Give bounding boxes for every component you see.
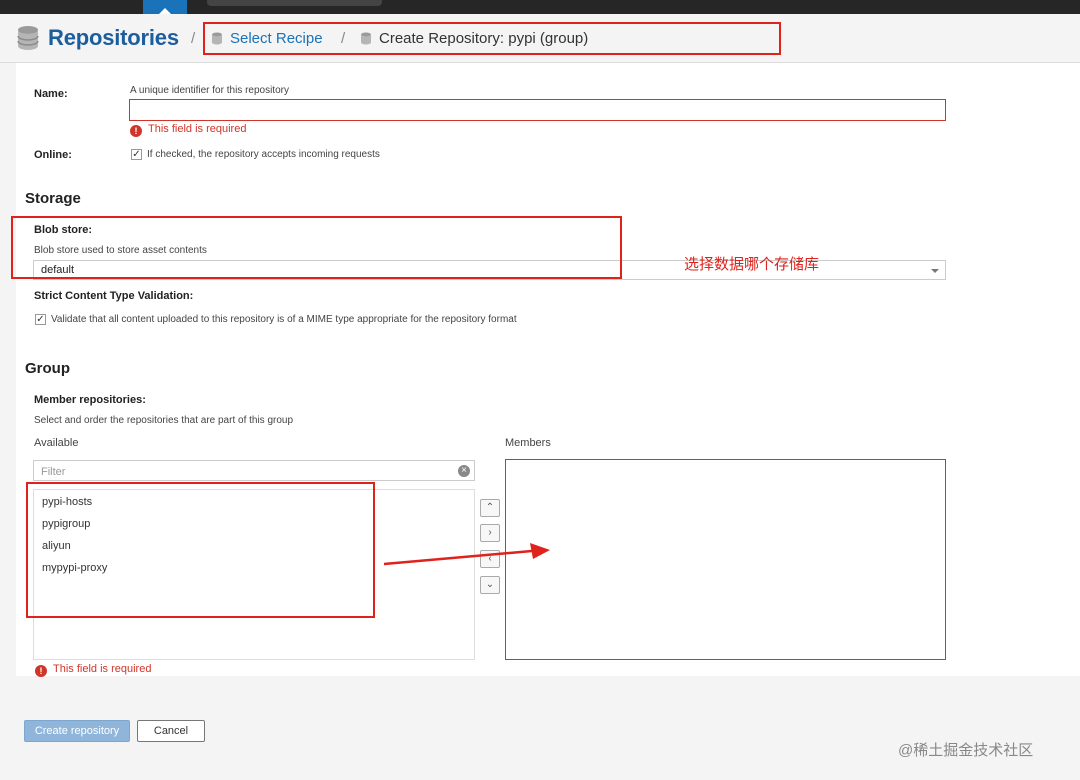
- name-input[interactable]: [129, 99, 946, 121]
- watermark: @稀土掘金技术社区: [898, 742, 1034, 759]
- annotation-available-box: [26, 482, 375, 618]
- members-error: ! This field is required: [35, 663, 151, 677]
- strict-validation-label: Strict Content Type Validation:: [34, 290, 194, 302]
- chevron-down-icon: [931, 269, 939, 273]
- move-down-button[interactable]: ⌄: [480, 576, 500, 594]
- breadcrumb-separator: /: [191, 30, 196, 47]
- strict-validation-checkbox[interactable]: ✓: [35, 314, 46, 325]
- top-toolbar: [0, 0, 1080, 14]
- members-error-text: This field is required: [53, 663, 152, 675]
- page-title: Repositories: [48, 25, 179, 50]
- clear-icon[interactable]: ×: [458, 465, 470, 477]
- search-box[interactable]: [207, 0, 382, 6]
- annotation-arrow-icon: [383, 543, 550, 566]
- annotation-breadcrumb-box: [203, 22, 781, 55]
- filter-field[interactable]: ×: [33, 460, 475, 481]
- error-icon: !: [35, 665, 47, 677]
- annotation-blob-store-note: 选择数据哪个存储库: [684, 256, 820, 273]
- group-heading: Group: [25, 360, 70, 377]
- annotation-blob-store-box: [11, 216, 622, 279]
- member-repositories-help: Select and order the repositories that a…: [34, 415, 294, 426]
- name-error-text: This field is required: [148, 123, 247, 135]
- strict-validation-help: Validate that all content uploaded to th…: [51, 314, 517, 325]
- database-icon: [17, 26, 39, 50]
- online-checkbox[interactable]: ✓: [131, 149, 142, 160]
- filter-input[interactable]: [39, 463, 443, 480]
- name-error: ! This field is required: [130, 123, 246, 137]
- available-label: Available: [34, 437, 79, 449]
- left-sidebar: [0, 63, 17, 780]
- name-help: A unique identifier for this repository: [130, 85, 289, 96]
- storage-heading: Storage: [25, 190, 81, 207]
- members-column-label: Members: [505, 437, 551, 449]
- member-repositories-label: Member repositories:: [34, 394, 146, 406]
- cancel-button[interactable]: Cancel: [137, 720, 205, 742]
- browse-tab-indicator[interactable]: [143, 0, 187, 14]
- name-label: Name:: [34, 88, 68, 100]
- online-help: If checked, the repository accepts incom…: [147, 149, 380, 160]
- members-list[interactable]: [505, 459, 946, 660]
- create-repository-button[interactable]: Create repository: [24, 720, 130, 742]
- error-icon: !: [130, 125, 142, 137]
- online-label: Online:: [34, 149, 72, 161]
- move-up-button[interactable]: ⌃: [480, 499, 500, 517]
